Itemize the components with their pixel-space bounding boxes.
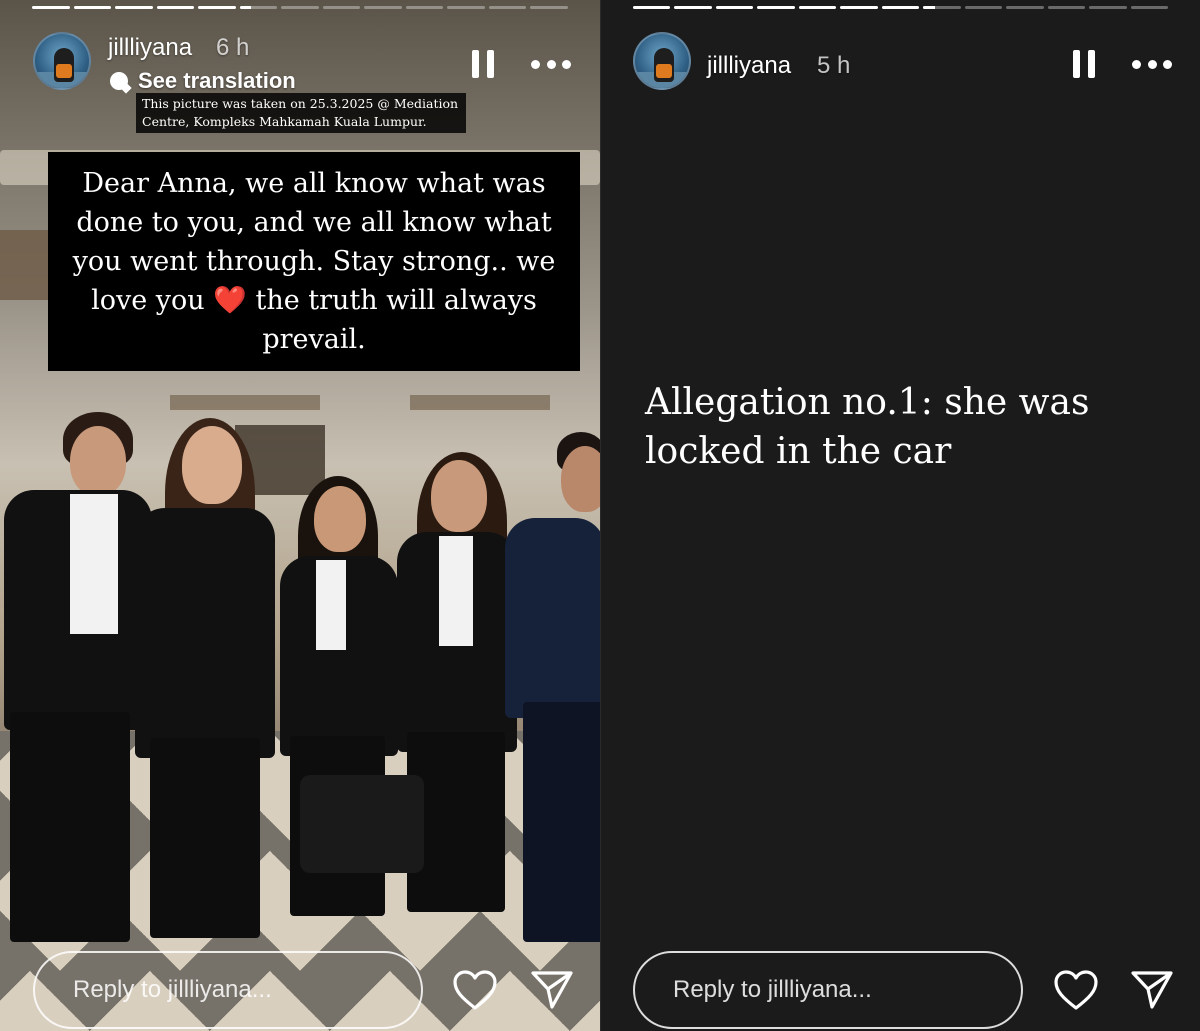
avatar[interactable] xyxy=(33,32,91,90)
story-text: Allegation no.1: she was locked in the c… xyxy=(645,382,1090,472)
progress-segment xyxy=(964,6,1003,9)
story-left[interactable]: jillliyana 6 h See translation This pict… xyxy=(0,0,600,1031)
username[interactable]: jillliyana xyxy=(108,34,192,62)
person-2 xyxy=(130,418,280,958)
story-caption: Dear Anna, we all know what was done to … xyxy=(48,152,580,371)
wall-panel xyxy=(0,230,50,300)
progress-segment xyxy=(1047,6,1086,9)
progress-segment xyxy=(447,6,485,9)
wall-panel xyxy=(170,395,320,410)
pause-icon[interactable] xyxy=(1073,50,1095,78)
avatar[interactable] xyxy=(633,32,691,90)
handbag xyxy=(300,775,424,873)
progress-segment xyxy=(239,6,278,9)
progress-segment xyxy=(156,6,195,9)
reply-input[interactable]: Reply to jillliyana... xyxy=(633,951,1023,1029)
caption-text-part2: the truth will always prevail. xyxy=(255,285,537,355)
progress-segment xyxy=(923,6,961,9)
person-5 xyxy=(505,432,600,972)
wall-panel xyxy=(410,395,550,410)
progress-segment xyxy=(715,6,754,9)
progress-segment xyxy=(405,6,444,9)
progress-segment xyxy=(115,6,153,9)
reply-placeholder: Reply to jillliyana... xyxy=(673,976,872,1003)
heart-icon[interactable] xyxy=(1053,969,1099,1011)
person-3 xyxy=(278,476,398,946)
username[interactable]: jillliyana xyxy=(707,52,791,80)
progress-segment xyxy=(488,6,527,9)
more-icon[interactable] xyxy=(1132,58,1172,70)
reply-input[interactable]: Reply to jillliyana... xyxy=(33,951,423,1029)
post-time: 6 h xyxy=(216,34,250,61)
progress-segment xyxy=(1006,6,1044,9)
send-icon[interactable] xyxy=(530,970,574,1010)
progress-segment xyxy=(1089,6,1127,9)
progress-segment xyxy=(674,6,712,9)
progress-segment xyxy=(364,6,402,9)
speech-bubble-icon xyxy=(110,72,128,90)
reply-placeholder: Reply to jillliyana... xyxy=(73,976,272,1003)
person-1 xyxy=(0,412,152,972)
progress-bar xyxy=(633,6,1169,9)
progress-segment xyxy=(757,6,795,9)
see-translation-label: See translation xyxy=(138,68,296,93)
post-time: 5 h xyxy=(817,52,851,79)
see-translation-button[interactable]: See translation xyxy=(110,68,296,94)
progress-segment xyxy=(798,6,837,9)
progress-segment xyxy=(198,6,236,9)
progress-segment xyxy=(73,6,112,9)
progress-segment xyxy=(281,6,319,9)
progress-segment xyxy=(633,6,671,9)
story-right[interactable]: jillliyana 5 h Allegation no.1: she was … xyxy=(600,0,1200,1031)
pause-icon[interactable] xyxy=(472,50,494,78)
progress-segment xyxy=(530,6,568,9)
progress-segment xyxy=(840,6,878,9)
heart-icon[interactable] xyxy=(452,969,498,1011)
photo-caption: This picture was taken on 25.3.2025 @ Me… xyxy=(136,93,466,133)
heart-emoji: ❤️ xyxy=(213,285,247,316)
progress-segment xyxy=(1130,6,1169,9)
more-icon[interactable] xyxy=(531,58,571,70)
progress-segment xyxy=(32,6,70,9)
send-icon[interactable] xyxy=(1130,970,1174,1010)
progress-bar xyxy=(32,6,568,9)
progress-segment xyxy=(322,6,361,9)
progress-segment xyxy=(881,6,920,9)
